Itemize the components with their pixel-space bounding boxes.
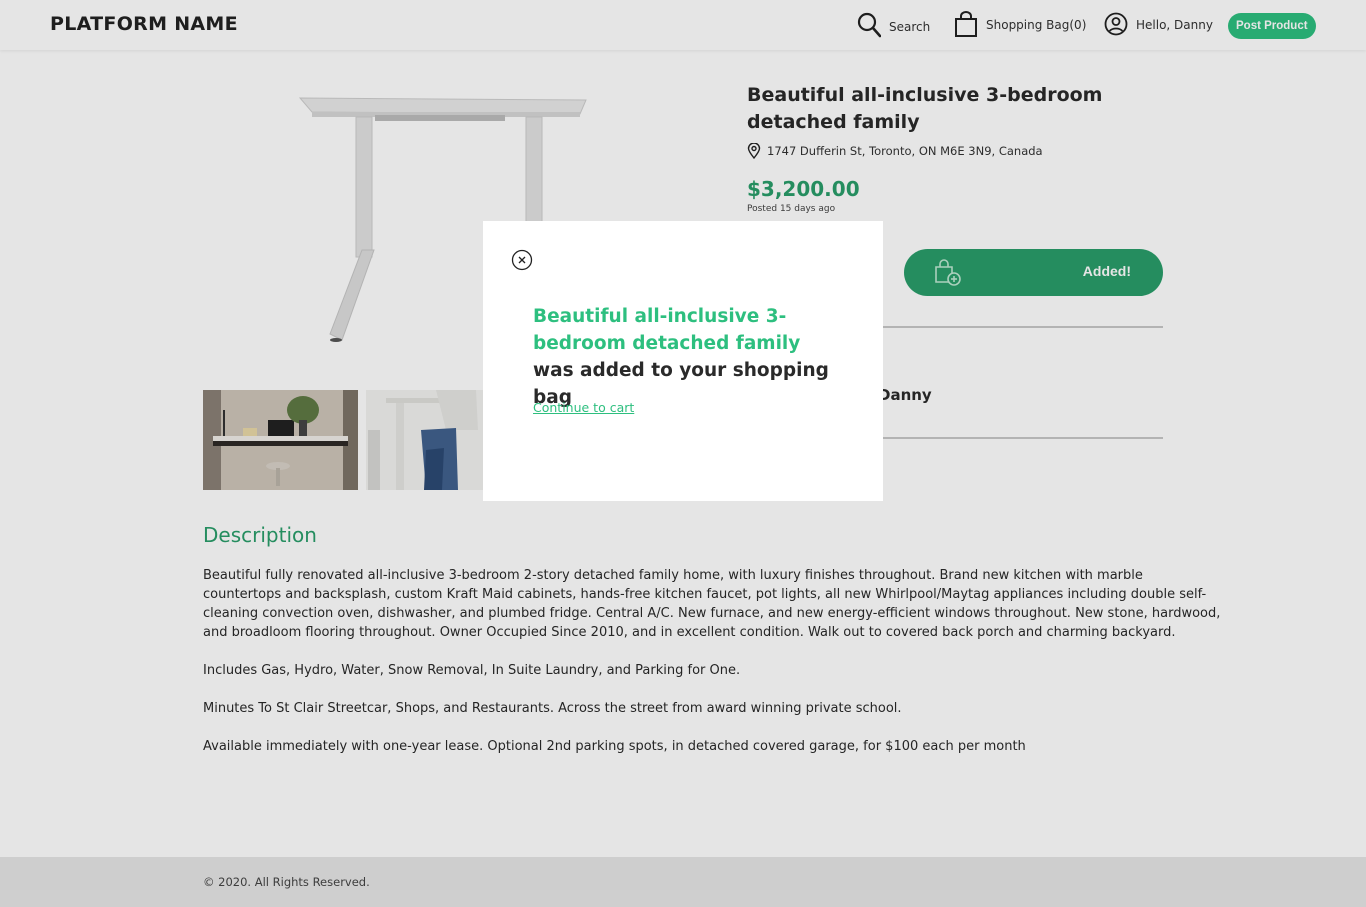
modal-message: Beautiful all-inclusive 3-bedroom detach… xyxy=(533,303,843,411)
added-to-bag-modal: Beautiful all-inclusive 3-bedroom detach… xyxy=(483,221,883,501)
modal-product-name: Beautiful all-inclusive 3-bedroom detach… xyxy=(533,306,801,354)
continue-to-cart-link[interactable]: Continue to cart xyxy=(533,400,634,415)
close-icon[interactable] xyxy=(511,249,533,271)
